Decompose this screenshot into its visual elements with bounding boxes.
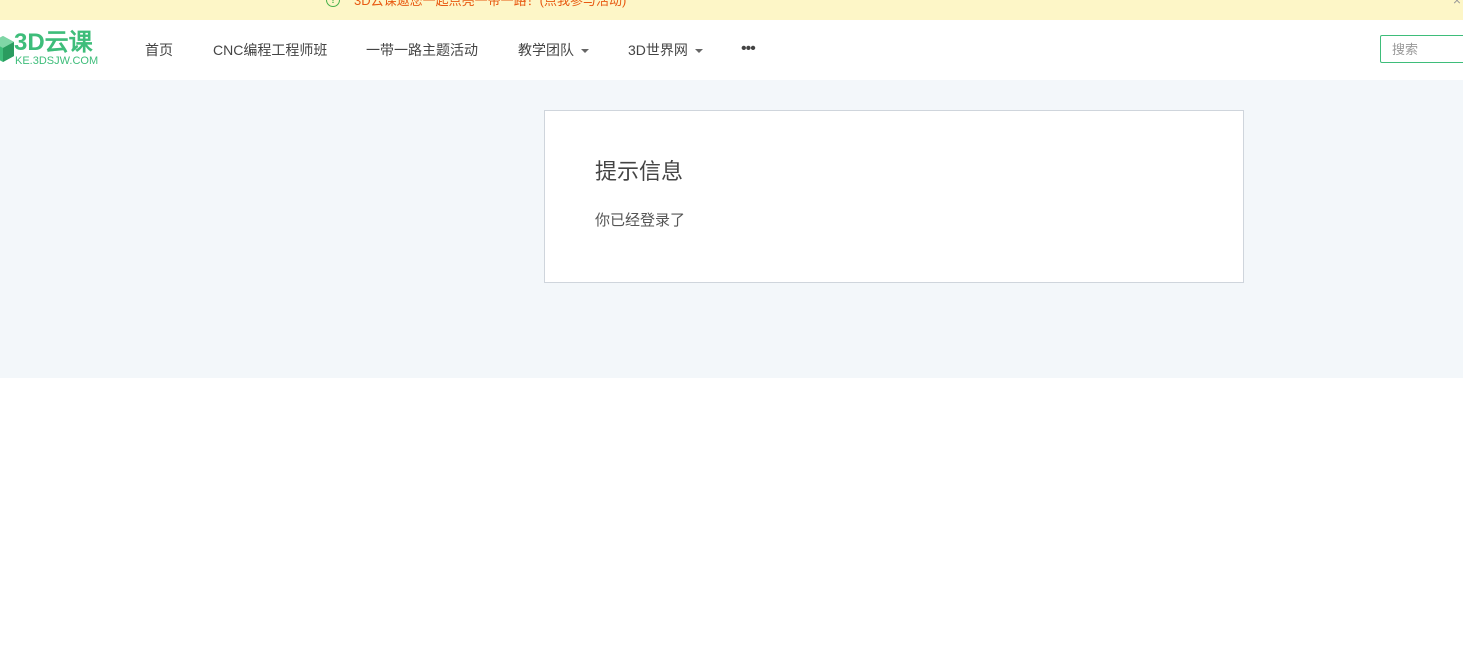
site-logo[interactable]: 3D云课 KE.3DSJW.COM xyxy=(0,29,115,70)
nav-cnc-class-label: CNC编程工程师班 xyxy=(213,42,328,58)
message-title: 提示信息 xyxy=(595,159,684,184)
more-menu-icon[interactable]: ••• xyxy=(741,20,756,80)
message-card: 提示信息 你已经登录了 xyxy=(544,110,1244,283)
nav-home-label: 首页 xyxy=(145,42,173,58)
nav-cnc-class[interactable]: CNC编程工程师班 xyxy=(213,20,327,80)
message-body: 你已经登录了 xyxy=(595,212,686,229)
site-header: 3D云课 KE.3DSJW.COM 首页 CNC编程工程师班 一带一路主题活动 … xyxy=(0,20,1463,80)
nav-belt-road-event[interactable]: 一带一路主题活动 xyxy=(366,20,478,80)
logo-cube-icon xyxy=(0,36,14,62)
logo-text: 3D云课 xyxy=(14,29,93,56)
nav-3d-world-label: 3D世界网 xyxy=(628,42,688,58)
close-icon[interactable]: × xyxy=(1453,0,1461,8)
nav-home[interactable]: 首页 xyxy=(145,20,173,80)
notice-bar[interactable]: ! 3D云课邀您一起点亮一带一路！(点我参与活动) × xyxy=(0,0,1463,20)
info-circle-icon: ! xyxy=(326,0,340,7)
chevron-down-icon xyxy=(694,49,703,54)
nav-teaching-team-label: 教学团队 xyxy=(518,42,574,58)
search-input[interactable] xyxy=(1380,35,1463,63)
logo-domain: KE.3DSJW.COM xyxy=(15,55,99,67)
nav-3d-world[interactable]: 3D世界网 xyxy=(628,20,703,80)
notice-link[interactable]: 3D云课邀您一起点亮一带一路！(点我参与活动) xyxy=(354,0,626,9)
nav-belt-road-event-label: 一带一路主题活动 xyxy=(366,42,478,58)
main-content: 提示信息 你已经登录了 xyxy=(0,80,1463,378)
chevron-down-icon xyxy=(581,49,589,54)
nav-teaching-team[interactable]: 教学团队 xyxy=(518,20,589,80)
